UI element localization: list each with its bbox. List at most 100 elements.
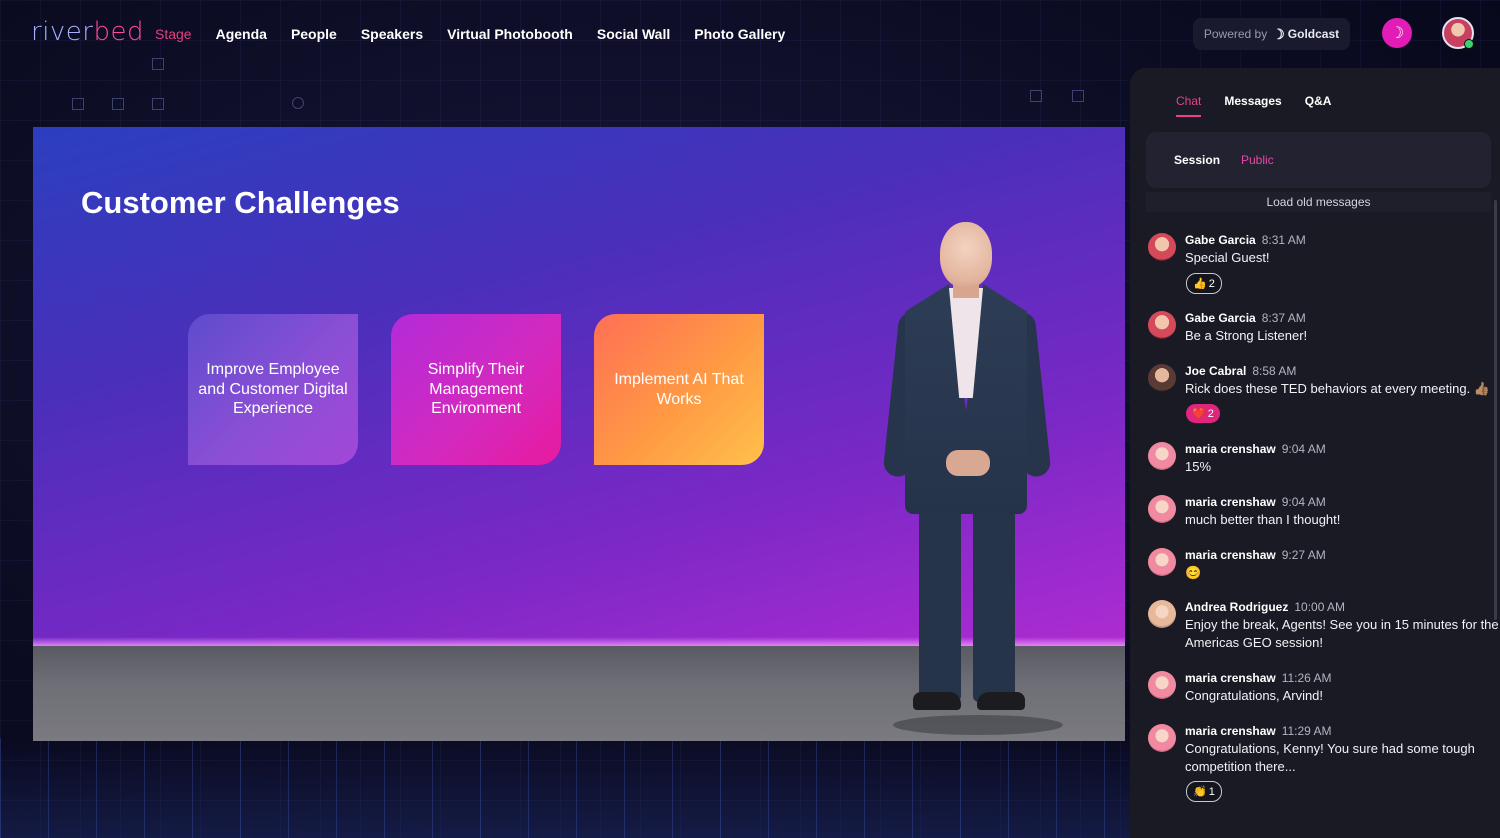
- logo-text-part1: river: [31, 17, 94, 47]
- message-meta: maria crenshaw 11:26 AM: [1185, 671, 1332, 685]
- message-meta: maria crenshaw 9:27 AM: [1185, 548, 1326, 562]
- presenter-hands: [946, 450, 990, 476]
- message-text: Special Guest!: [1185, 250, 1270, 265]
- message-author: maria crenshaw: [1185, 671, 1276, 685]
- challenge-card-1: Improve Employee and Customer Digital Ex…: [188, 314, 358, 465]
- message-time: 9:27 AM: [1281, 548, 1326, 562]
- top-nav-bar: riverbed Stage Agenda People Speakers Vi…: [0, 0, 1500, 68]
- message-time: 10:00 AM: [1294, 600, 1346, 614]
- presenter-head: [940, 222, 992, 288]
- deco-square: [72, 98, 84, 110]
- theme-toggle-button[interactable]: ☽: [1382, 18, 1412, 48]
- user-avatar[interactable]: [1148, 724, 1176, 752]
- reaction-count: 2: [1208, 277, 1215, 290]
- deco-square: [112, 98, 124, 110]
- user-avatar[interactable]: [1442, 17, 1474, 49]
- message-text: 😊: [1185, 565, 1202, 580]
- presenter-leg: [973, 507, 1015, 702]
- reaction-badge[interactable]: 👏 1: [1186, 781, 1222, 802]
- user-avatar[interactable]: [1148, 600, 1176, 628]
- subtab-public[interactable]: Public: [1241, 153, 1274, 167]
- message-text: 15%: [1185, 459, 1212, 474]
- message-meta: Andrea Rodriguez 10:00 AM: [1185, 600, 1345, 614]
- message-meta: maria crenshaw 9:04 AM: [1185, 442, 1326, 456]
- challenge-card-text: Implement AI That Works: [614, 371, 744, 408]
- message-author: maria crenshaw: [1185, 548, 1276, 562]
- user-avatar[interactable]: [1148, 364, 1176, 392]
- message-text: Congratulations, Kenny! You sure had som…: [1185, 741, 1475, 774]
- message-meta: maria crenshaw 11:29 AM: [1185, 724, 1332, 738]
- deco-square: [152, 98, 164, 110]
- message-text: much better than I thought!: [1185, 512, 1341, 527]
- challenge-card-text: Simplify Their Management Environment: [427, 361, 525, 418]
- message-author: maria crenshaw: [1185, 442, 1276, 456]
- user-avatar[interactable]: [1148, 311, 1176, 339]
- message-text: Rick does these TED behaviors at every m…: [1185, 381, 1490, 396]
- message-meta: Gabe Garcia 8:37 AM: [1185, 311, 1306, 325]
- reaction-count: 2: [1207, 407, 1214, 420]
- presenter-shoe: [913, 692, 961, 710]
- nav-item-social-wall[interactable]: Social Wall: [597, 26, 670, 42]
- powered-by-goldcast-badge[interactable]: Powered by ☽ Goldcast: [1193, 18, 1350, 50]
- message-text: Enjoy the break, Agents! See you in 15 m…: [1185, 617, 1499, 650]
- message-text: Be a Strong Listener!: [1185, 328, 1308, 343]
- deco-circle: [292, 97, 304, 109]
- message-author: maria crenshaw: [1185, 724, 1276, 738]
- chat-subtabs: Session Public: [1146, 132, 1491, 188]
- load-old-messages-button[interactable]: Load old messages: [1146, 192, 1491, 212]
- user-avatar[interactable]: [1148, 495, 1176, 523]
- message-text: Congratulations, Arvind!: [1185, 688, 1324, 703]
- message-meta: Joe Cabral 8:58 AM: [1185, 364, 1296, 378]
- deco-square: [1030, 90, 1042, 102]
- goldcast-brand-label: Goldcast: [1287, 27, 1340, 41]
- user-avatar[interactable]: [1148, 233, 1176, 261]
- nav-item-virtual-photobooth[interactable]: Virtual Photobooth: [447, 26, 573, 42]
- clap-icon: 👏: [1193, 786, 1207, 798]
- challenge-card-text: Improve Employee and Customer Digital Ex…: [198, 361, 348, 418]
- online-status-dot: [1464, 39, 1474, 49]
- message-time: 11:29 AM: [1281, 724, 1332, 738]
- nav-item-agenda[interactable]: Agenda: [216, 26, 267, 42]
- stage-video[interactable]: Customer Challenges Improve Employee and…: [33, 127, 1125, 741]
- message-author: Joe Cabral: [1185, 364, 1247, 378]
- message-time: 11:26 AM: [1281, 671, 1332, 685]
- nav-item-people[interactable]: People: [291, 26, 337, 42]
- message-time: 8:31 AM: [1261, 233, 1306, 247]
- logo-text-part2: bed: [93, 17, 145, 47]
- tab-chat[interactable]: Chat: [1176, 94, 1202, 117]
- challenge-card-3: Implement AI That Works: [594, 314, 764, 465]
- tab-messages[interactable]: Messages: [1224, 94, 1281, 117]
- presenter-shoe: [977, 692, 1025, 710]
- user-avatar[interactable]: [1148, 671, 1176, 699]
- message-time: 9:04 AM: [1281, 495, 1326, 509]
- message-author: Andrea Rodriguez: [1185, 600, 1289, 614]
- deco-square: [1072, 90, 1084, 102]
- message-time: 9:04 AM: [1281, 442, 1326, 456]
- presenter-figure: [882, 222, 1063, 735]
- chat-panel: Chat Messages Q&A Session Public Load ol…: [1130, 68, 1500, 838]
- message-time: 8:37 AM: [1261, 311, 1306, 325]
- thumbs-up-icon: 👍: [1193, 278, 1207, 290]
- riverbed-logo[interactable]: riverbed: [31, 17, 144, 47]
- message-time: 8:58 AM: [1252, 364, 1297, 378]
- message-author: Gabe Garcia: [1185, 311, 1256, 325]
- presenter-leg: [919, 507, 961, 702]
- moon-icon: ☽: [1389, 25, 1405, 42]
- slide-title: Customer Challenges: [81, 185, 400, 220]
- subtab-session[interactable]: Session: [1174, 153, 1220, 167]
- challenge-card-2: Simplify Their Management Environment: [391, 314, 561, 465]
- nav-item-photo-gallery[interactable]: Photo Gallery: [694, 26, 785, 42]
- nav-item-speakers[interactable]: Speakers: [361, 26, 423, 42]
- message-meta: Gabe Garcia 8:31 AM: [1185, 233, 1306, 247]
- nav-item-stage[interactable]: Stage: [155, 26, 192, 42]
- message-author: maria crenshaw: [1185, 495, 1276, 509]
- presenter-shadow: [893, 715, 1063, 735]
- user-avatar[interactable]: [1148, 442, 1176, 470]
- reaction-badge[interactable]: 👍 2: [1186, 273, 1222, 294]
- reaction-badge[interactable]: ❤️ 2: [1186, 404, 1220, 423]
- user-avatar[interactable]: [1148, 548, 1176, 576]
- message-author: Gabe Garcia: [1185, 233, 1256, 247]
- tab-qa[interactable]: Q&A: [1305, 94, 1332, 117]
- message-meta: maria crenshaw 9:04 AM: [1185, 495, 1326, 509]
- powered-by-label: Powered by: [1203, 27, 1268, 41]
